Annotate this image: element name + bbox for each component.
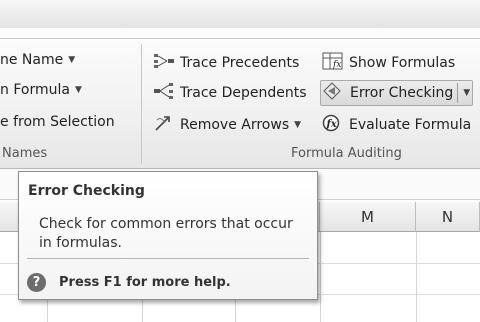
evaluate-formula-button[interactable]: fx Evaluate Formula bbox=[322, 114, 471, 136]
chevron-down-icon: ▼ bbox=[68, 55, 76, 65]
column-header-n[interactable]: N bbox=[416, 202, 480, 232]
help-icon: ? bbox=[27, 273, 46, 292]
svg-text:fx: fx bbox=[332, 60, 341, 70]
error-checking-label: Error Checking bbox=[350, 85, 454, 101]
names-group-label: Names bbox=[2, 146, 48, 161]
tooltip-help: ? Press F1 for more help. bbox=[27, 273, 231, 292]
ribbon-tab-divider bbox=[0, 38, 480, 39]
trace-precedents-label: Trace Precedents bbox=[180, 55, 300, 71]
error-checking-tooltip: Error Checking Check for common errors t… bbox=[18, 171, 318, 300]
evaluate-formula-label: Evaluate Formula bbox=[349, 117, 472, 133]
use-in-formula-button[interactable]: n Formula ▼ bbox=[0, 82, 82, 98]
group-separator bbox=[141, 44, 142, 164]
tooltip-help-text: Press F1 for more help. bbox=[59, 275, 231, 290]
define-name-button[interactable]: ne Name ▼ bbox=[0, 52, 75, 68]
show-formulas-icon: fx bbox=[322, 52, 344, 74]
trace-dependents-button[interactable]: Trace Dependents bbox=[153, 82, 307, 104]
tooltip-description: Check for common errors that occur in fo… bbox=[39, 216, 293, 251]
remove-arrows-button[interactable]: Remove Arrows ▼ bbox=[153, 114, 301, 136]
split-divider bbox=[457, 83, 459, 103]
create-from-selection-button[interactable]: e from Selection bbox=[0, 114, 115, 130]
grid-line bbox=[416, 232, 417, 322]
svg-text:fx: fx bbox=[326, 119, 338, 130]
chevron-down-icon: ▼ bbox=[294, 120, 302, 130]
window-top-strip bbox=[0, 0, 480, 28]
use-in-formula-label: n Formula bbox=[0, 82, 70, 98]
trace-dependents-icon bbox=[153, 82, 175, 104]
define-name-label: ne Name bbox=[0, 52, 64, 68]
tooltip-title: Error Checking bbox=[28, 183, 145, 199]
formula-auditing-group-label: Formula Auditing bbox=[291, 146, 402, 161]
tooltip-divider bbox=[27, 258, 309, 259]
show-formulas-label: Show Formulas bbox=[349, 55, 456, 71]
trace-precedents-button[interactable]: Trace Precedents bbox=[153, 52, 299, 74]
grid-line bbox=[320, 232, 321, 322]
trace-dependents-label: Trace Dependents bbox=[180, 85, 307, 101]
chevron-down-icon[interactable]: ▼ bbox=[463, 88, 470, 98]
chevron-down-icon: ▼ bbox=[74, 85, 82, 95]
evaluate-formula-icon: fx bbox=[322, 114, 344, 136]
remove-arrows-label: Remove Arrows bbox=[180, 117, 290, 133]
error-checking-icon bbox=[323, 82, 345, 104]
remove-arrows-icon bbox=[153, 114, 175, 136]
column-header-m[interactable]: M bbox=[320, 202, 416, 232]
error-checking-button[interactable]: Error Checking ▼ bbox=[320, 80, 474, 106]
trace-precedents-icon bbox=[153, 52, 175, 74]
show-formulas-button[interactable]: fx Show Formulas bbox=[322, 52, 455, 74]
create-from-selection-label: e from Selection bbox=[0, 114, 115, 130]
